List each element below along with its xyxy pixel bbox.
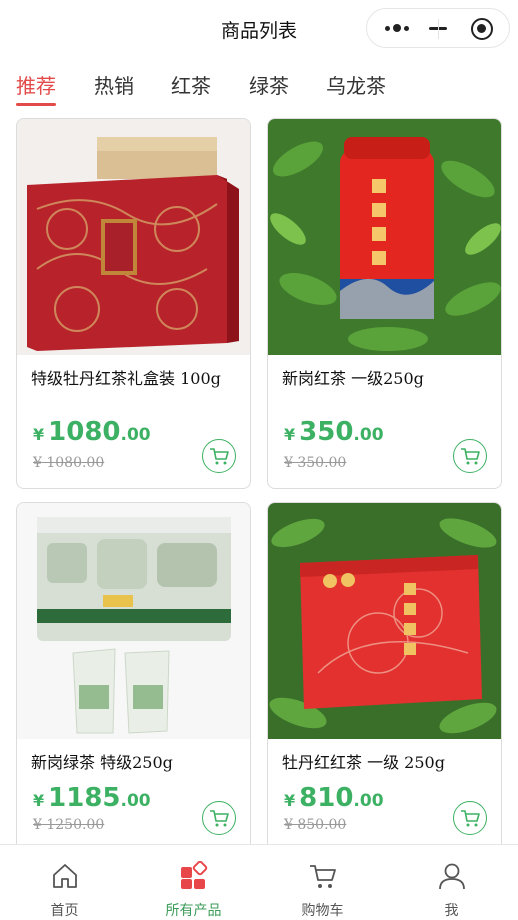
product-price: ¥350.00 bbox=[284, 417, 384, 447]
product-name[interactable]: 特级牡丹红茶礼盒装 100g bbox=[31, 367, 241, 391]
product-image[interactable] bbox=[17, 503, 250, 739]
more-icon[interactable] bbox=[381, 24, 425, 33]
product-card[interactable]: 新岗红茶 一级250g ¥350.00 ¥ 350.00 bbox=[267, 118, 502, 489]
nav-bar: 商品列表 bbox=[0, 0, 518, 56]
mini-program-capsule bbox=[366, 8, 510, 48]
product-card[interactable]: 特级牡丹红茶礼盒装 100g ¥1080.00 ¥ 1080.00 bbox=[16, 118, 251, 489]
tab-bar-item-cart[interactable]: 购物车 bbox=[258, 845, 387, 920]
tab-bar-item-all-products[interactable]: 所有产品 bbox=[129, 845, 258, 920]
tab-bar-label: 所有产品 bbox=[165, 903, 222, 919]
product-price: ¥810.00 bbox=[284, 783, 384, 813]
product-card[interactable]: 牡丹红红茶 一级 250g ¥810.00 ¥ 850.00 bbox=[267, 502, 502, 873]
grid-icon bbox=[180, 861, 207, 889]
product-name[interactable]: 牡丹红红茶 一级 250g bbox=[282, 751, 492, 775]
product-card[interactable]: 新岗绿茶 特级250g ¥1185.00 ¥ 1250.00 bbox=[16, 502, 251, 873]
add-to-cart-button[interactable] bbox=[453, 439, 487, 473]
add-to-cart-button[interactable] bbox=[202, 801, 236, 835]
tab-bar-label: 我 bbox=[444, 903, 459, 919]
home-icon bbox=[52, 864, 77, 888]
product-name[interactable]: 新岗绿茶 特级250g bbox=[31, 751, 241, 775]
add-to-cart-button[interactable] bbox=[453, 801, 487, 835]
product-image[interactable] bbox=[268, 119, 501, 355]
original-price: ¥ 1250.00 bbox=[33, 817, 105, 833]
tab-oolong-tea[interactable]: 乌龙茶 bbox=[326, 70, 386, 99]
cart-icon bbox=[210, 810, 229, 827]
original-price: ¥ 850.00 bbox=[284, 817, 347, 833]
tab-bar-item-home[interactable]: 首页 bbox=[0, 845, 129, 920]
close-target-icon[interactable] bbox=[471, 18, 493, 40]
tab-hot[interactable]: 热销 bbox=[94, 70, 134, 99]
category-tabs: 推荐 热销 红茶 绿茶 乌龙茶 bbox=[0, 58, 518, 108]
tab-bar: 首页 所有产品 购物车 我 bbox=[0, 844, 518, 920]
cart-icon bbox=[461, 448, 480, 465]
cart-icon bbox=[461, 810, 480, 827]
product-name[interactable]: 新岗红茶 一级250g bbox=[282, 367, 492, 391]
cart-icon bbox=[210, 448, 229, 465]
product-image[interactable] bbox=[268, 503, 501, 739]
product-price: ¥1185.00 bbox=[33, 783, 151, 813]
original-price: ¥ 350.00 bbox=[284, 455, 347, 471]
user-icon bbox=[438, 863, 465, 890]
tab-black-tea[interactable]: 红茶 bbox=[171, 70, 211, 99]
add-to-cart-button[interactable] bbox=[202, 439, 236, 473]
cart-icon bbox=[309, 865, 336, 888]
product-price: ¥1080.00 bbox=[33, 417, 151, 447]
tab-bar-label: 首页 bbox=[50, 903, 79, 919]
original-price: ¥ 1080.00 bbox=[33, 455, 105, 471]
capsule-divider bbox=[438, 19, 439, 39]
tab-green-tea[interactable]: 绿茶 bbox=[249, 70, 289, 99]
tab-recommend[interactable]: 推荐 bbox=[16, 70, 56, 106]
tab-bar-label: 购物车 bbox=[301, 903, 344, 919]
tab-bar-item-me[interactable]: 我 bbox=[387, 845, 516, 920]
product-image[interactable] bbox=[17, 119, 250, 355]
